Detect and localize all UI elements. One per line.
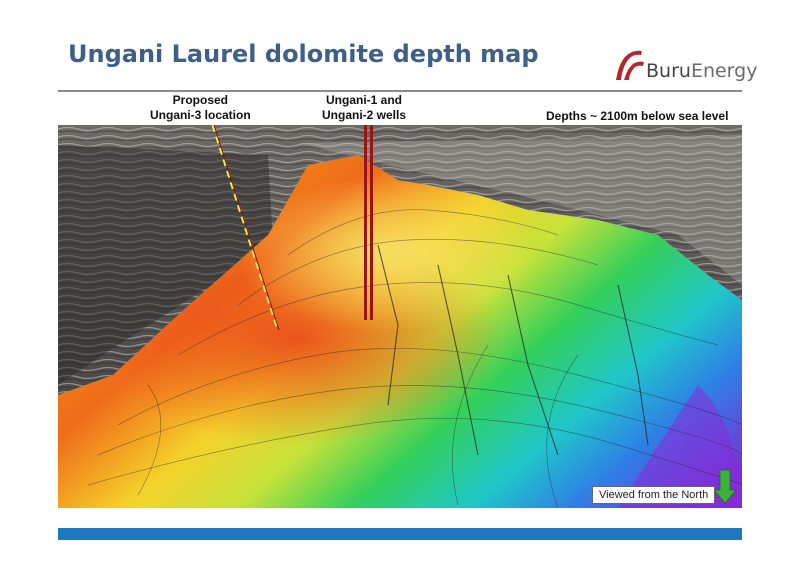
- proposed-location-label: Proposed Ungani-3 location: [150, 93, 251, 122]
- depth-map-figure: [58, 124, 743, 509]
- footer-bar: [58, 528, 742, 540]
- slide-title: Ungani Laurel dolomite depth map: [68, 40, 539, 68]
- company-logo: BuruEnergy: [612, 44, 757, 86]
- depth-map-render: [58, 124, 743, 509]
- logo-mark-icon: [616, 50, 644, 80]
- page-number: 10: [746, 527, 758, 538]
- title-divider: [58, 90, 742, 92]
- wells-label: Ungani-1 and Ungani-2 wells: [322, 93, 407, 122]
- depths-label: Depths ~ 2100m below sea level: [546, 109, 729, 123]
- view-direction-label: Viewed from the North: [592, 486, 716, 504]
- logo-text: BuruEnergy: [646, 60, 758, 82]
